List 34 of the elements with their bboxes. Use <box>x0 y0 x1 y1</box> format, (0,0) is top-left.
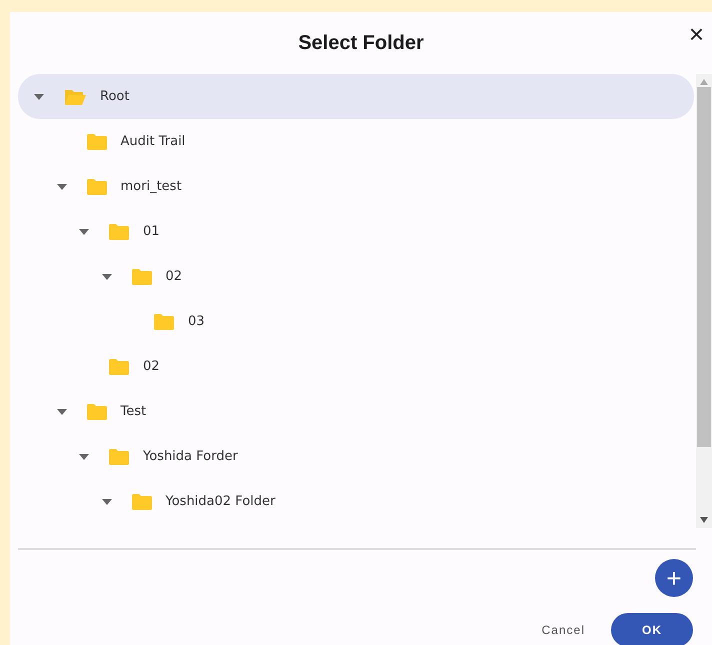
folder-icon <box>132 268 152 284</box>
folder-icon <box>86 134 106 150</box>
tree-item[interactable]: Audit Trail <box>18 119 694 164</box>
tree-item[interactable]: Yoshida Forder <box>18 434 694 479</box>
dialog-title: Select Folder <box>298 32 424 54</box>
tree-item[interactable]: 03 <box>18 299 694 344</box>
scrollbar[interactable] <box>696 74 712 528</box>
scroll-down-icon[interactable] <box>700 517 708 523</box>
tree-item[interactable]: mori_test <box>18 164 694 209</box>
caret-icon[interactable] <box>34 94 44 100</box>
tree-item[interactable]: 02 <box>18 344 694 389</box>
tree-item[interactable]: Test <box>18 389 694 434</box>
folder-icon <box>86 178 106 194</box>
caret-icon[interactable] <box>102 498 112 504</box>
cancel-button[interactable]: Cancel <box>538 617 589 643</box>
ok-button[interactable]: OK <box>611 613 693 645</box>
open-folder-icon <box>64 88 86 106</box>
folder-icon <box>86 404 106 420</box>
caret-icon[interactable] <box>79 454 89 460</box>
tree-item[interactable]: Root <box>18 74 694 119</box>
folder-icon <box>109 358 129 374</box>
add-button[interactable]: + <box>655 559 693 597</box>
tree-item[interactable]: 02 <box>18 254 694 299</box>
caret-icon[interactable] <box>79 228 89 234</box>
caret-icon[interactable] <box>56 408 66 414</box>
tree-item[interactable]: 01 <box>18 209 694 254</box>
folder-icon <box>132 494 152 510</box>
caret-icon[interactable] <box>102 274 112 280</box>
caret-icon[interactable] <box>56 184 66 190</box>
folder-icon <box>109 224 129 240</box>
close-button[interactable]: × <box>686 22 706 46</box>
tree-item[interactable]: Yoshida02 Folder <box>18 479 694 524</box>
folder-icon <box>154 314 174 330</box>
folder-icon <box>109 448 129 464</box>
